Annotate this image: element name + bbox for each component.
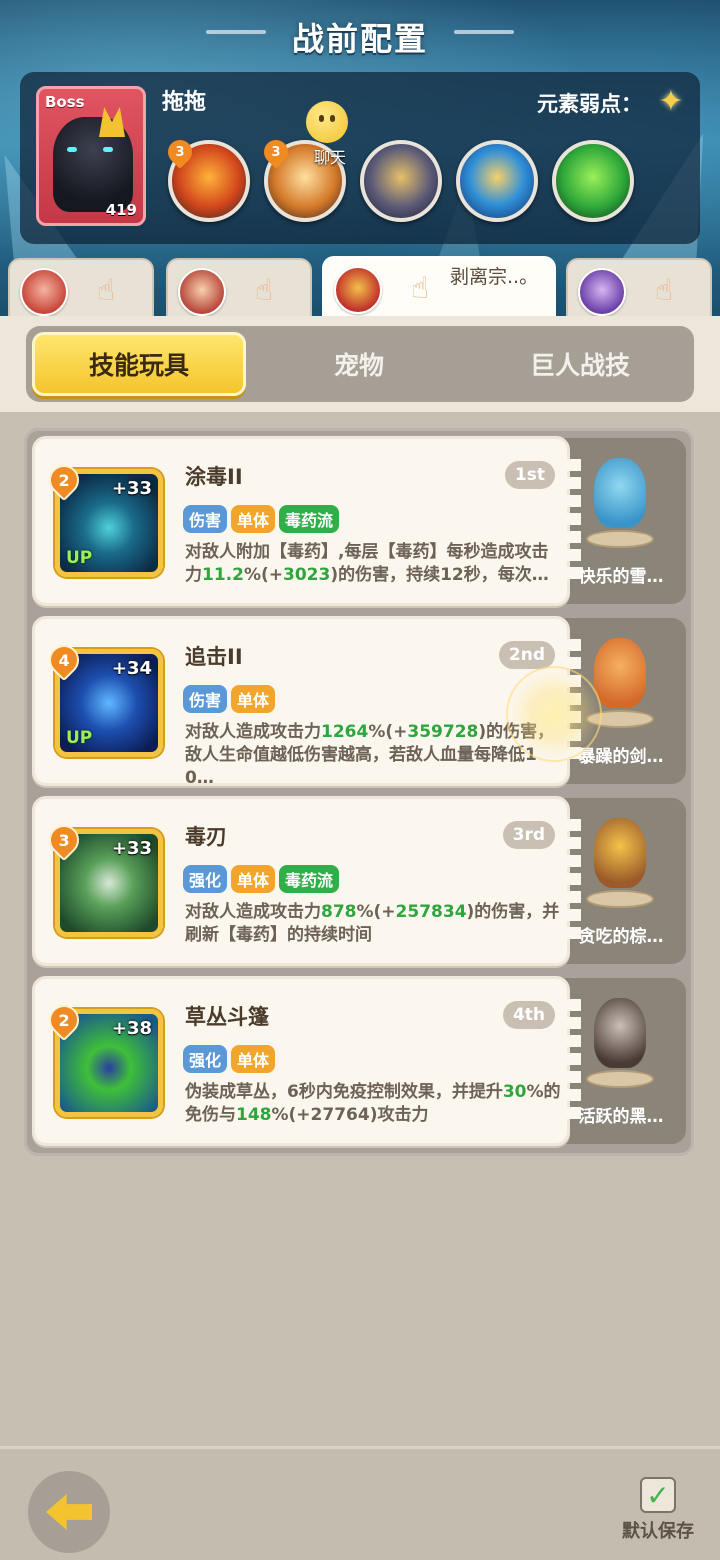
skill-description: 对敌人造成攻击力878%(+257834)的伤害，并刷新【毒药】的持续时间: [185, 902, 560, 945]
skill-name: 涂毒II: [185, 465, 243, 489]
sparkle-glow-effect: [506, 666, 602, 762]
skill-row[interactable]: 活跃的黑… +38 2 草丛斗篷 4th 强化 单体 伪装成草丛，6秒内免疫控制…: [32, 976, 688, 1146]
hero-avatar: [178, 268, 226, 316]
skill-description: 对敌人附加【毒药】,每层【毒药】每秒造成攻击力11.2%(+3023)的伤害，持…: [185, 542, 549, 585]
boss-level: 419: [105, 201, 137, 219]
star-burst-icon[interactable]: ✦: [654, 84, 688, 119]
pet-figure: [582, 992, 658, 1088]
hero-avatar: [20, 268, 68, 316]
smiley-icon: [306, 101, 348, 143]
skill-card: +33 3 毒刃 3rd 强化 单体 毒药流 对敌人造成攻击力878%(+257…: [32, 796, 581, 966]
skill-name: 毒刃: [185, 825, 227, 849]
back-button[interactable]: [28, 1471, 110, 1553]
skill-tags: 伤害 单体 毒药流: [183, 505, 340, 533]
hero-tab-2[interactable]: ☝: [166, 258, 312, 320]
skill-name: 追击II: [185, 645, 243, 669]
pet-figure: [582, 452, 658, 548]
tab-pets[interactable]: 宠物: [252, 332, 466, 396]
tap-hand-icon: ☝: [410, 270, 430, 306]
tap-hand-icon: ☝: [654, 272, 674, 308]
chat-button[interactable]: [300, 98, 354, 146]
skill-tags: 伤害 单体: [183, 685, 276, 713]
tab-giant-skills[interactable]: 巨人战技: [472, 332, 688, 396]
skill-card: +38 2 草丛斗篷 4th 强化 单体 伪装成草丛，6秒内免疫控制效果，并提升…: [32, 976, 581, 1146]
hero-tab-label: 剥离宗..。: [450, 266, 539, 288]
back-arrow-icon: [46, 1494, 92, 1530]
upgrade-indicator: UP: [66, 548, 93, 568]
element-weakness-label: 元素弱点：: [537, 92, 642, 116]
skill-plus: +33: [111, 838, 152, 859]
tag-enhance: 强化: [183, 865, 228, 893]
fire-demon-skill-icon[interactable]: 3: [163, 135, 250, 222]
skill-plus: +33: [111, 478, 152, 499]
hero-avatar: [334, 266, 382, 314]
skill-rank: 4th: [502, 1001, 555, 1029]
skill-description: 对敌人造成攻击力1264%(+359728)的伤害，敌人生命值越低伤害越高，若敌…: [185, 722, 554, 788]
hero-tab-3[interactable]: ☝ 剥离宗..。: [322, 256, 556, 318]
battle-scene-background: 战前配置 Boss 419 拖拖 元素弱点： ✦ 3 3 聊天 ☝ ☝ ☝ 剥离…: [0, 0, 720, 320]
skill-description: 伪装成草丛，6秒内免疫控制效果，并提升30%的免伤与148%(+27764)攻击…: [185, 1082, 561, 1125]
tag-single-target: 单体: [231, 685, 276, 713]
tag-single-target: 单体: [231, 865, 276, 893]
save-label: 默认保存: [622, 1521, 694, 1542]
boss-portrait[interactable]: Boss 419: [36, 86, 146, 226]
skill-card: +33 UP 2 涂毒II 1st 伤害 单体 毒药流 对敌人附加【毒药】,每层…: [32, 436, 581, 606]
checkmark-icon: ✓: [640, 1477, 676, 1513]
skill-card: +34 UP 4 追击II 2nd 伤害 单体 对敌人造成攻击力1264%(+3…: [32, 616, 581, 788]
tap-hand-icon: ☝: [96, 272, 116, 308]
tag-poison-build: 毒药流: [279, 865, 340, 893]
skill-plus: +34: [111, 658, 152, 679]
bottom-bar: ✓ 默认保存: [0, 1446, 720, 1560]
skill-rank: 2nd: [498, 641, 555, 669]
golden-helmet-skill-icon[interactable]: [360, 140, 442, 222]
tab-skill-toys[interactable]: 技能玩具: [32, 332, 246, 396]
skill-tags: 强化 单体 毒药流: [183, 865, 340, 893]
skill-tags: 强化 单体: [183, 1045, 276, 1073]
skill-name: 草丛斗篷: [185, 1005, 269, 1029]
skill-plus: +38: [111, 1018, 152, 1039]
tag-enhance: 强化: [183, 1045, 228, 1073]
pet-figure: [582, 812, 658, 908]
category-tabs: 技能玩具 宠物 巨人战技: [26, 326, 694, 402]
skill-rank: 3rd: [502, 821, 555, 849]
level-badge: 3: [163, 135, 197, 169]
hero-avatar: [578, 268, 626, 316]
tag-single-target: 单体: [231, 505, 276, 533]
hero-tab-4[interactable]: ☝: [566, 258, 712, 320]
tag-damage: 伤害: [183, 505, 228, 533]
skill-row[interactable]: 贪吃的棕… +33 3 毒刃 3rd 强化 单体 毒药流 对敌人造成攻击力878…: [32, 796, 688, 966]
chat-label: 聊天: [313, 148, 346, 167]
hourglass-skill-icon[interactable]: [456, 140, 538, 222]
hero-tab-1[interactable]: ☝: [8, 258, 154, 320]
default-save-button[interactable]: ✓ 默认保存: [616, 1477, 700, 1551]
boss-name: 拖拖: [162, 90, 207, 115]
boss-info-panel: Boss 419 拖拖 元素弱点： ✦ 3 3: [20, 72, 700, 244]
tap-hand-icon: ☝: [254, 272, 274, 308]
tag-poison-build: 毒药流: [279, 505, 340, 533]
skill-row[interactable]: 快乐的雪… +33 UP 2 涂毒II 1st 伤害 单体 毒药流 对敌人附加【…: [32, 436, 688, 606]
skill-rank: 1st: [504, 461, 555, 489]
crown-icon: [99, 107, 125, 137]
page-title: 战前配置: [291, 20, 428, 58]
level-badge: 3: [259, 135, 293, 169]
tag-damage: 伤害: [183, 685, 228, 713]
green-slime-skill-icon[interactable]: [552, 140, 634, 222]
tag-single-target: 单体: [231, 1045, 276, 1073]
upgrade-indicator: UP: [66, 728, 93, 748]
boss-tag: Boss: [45, 93, 85, 111]
